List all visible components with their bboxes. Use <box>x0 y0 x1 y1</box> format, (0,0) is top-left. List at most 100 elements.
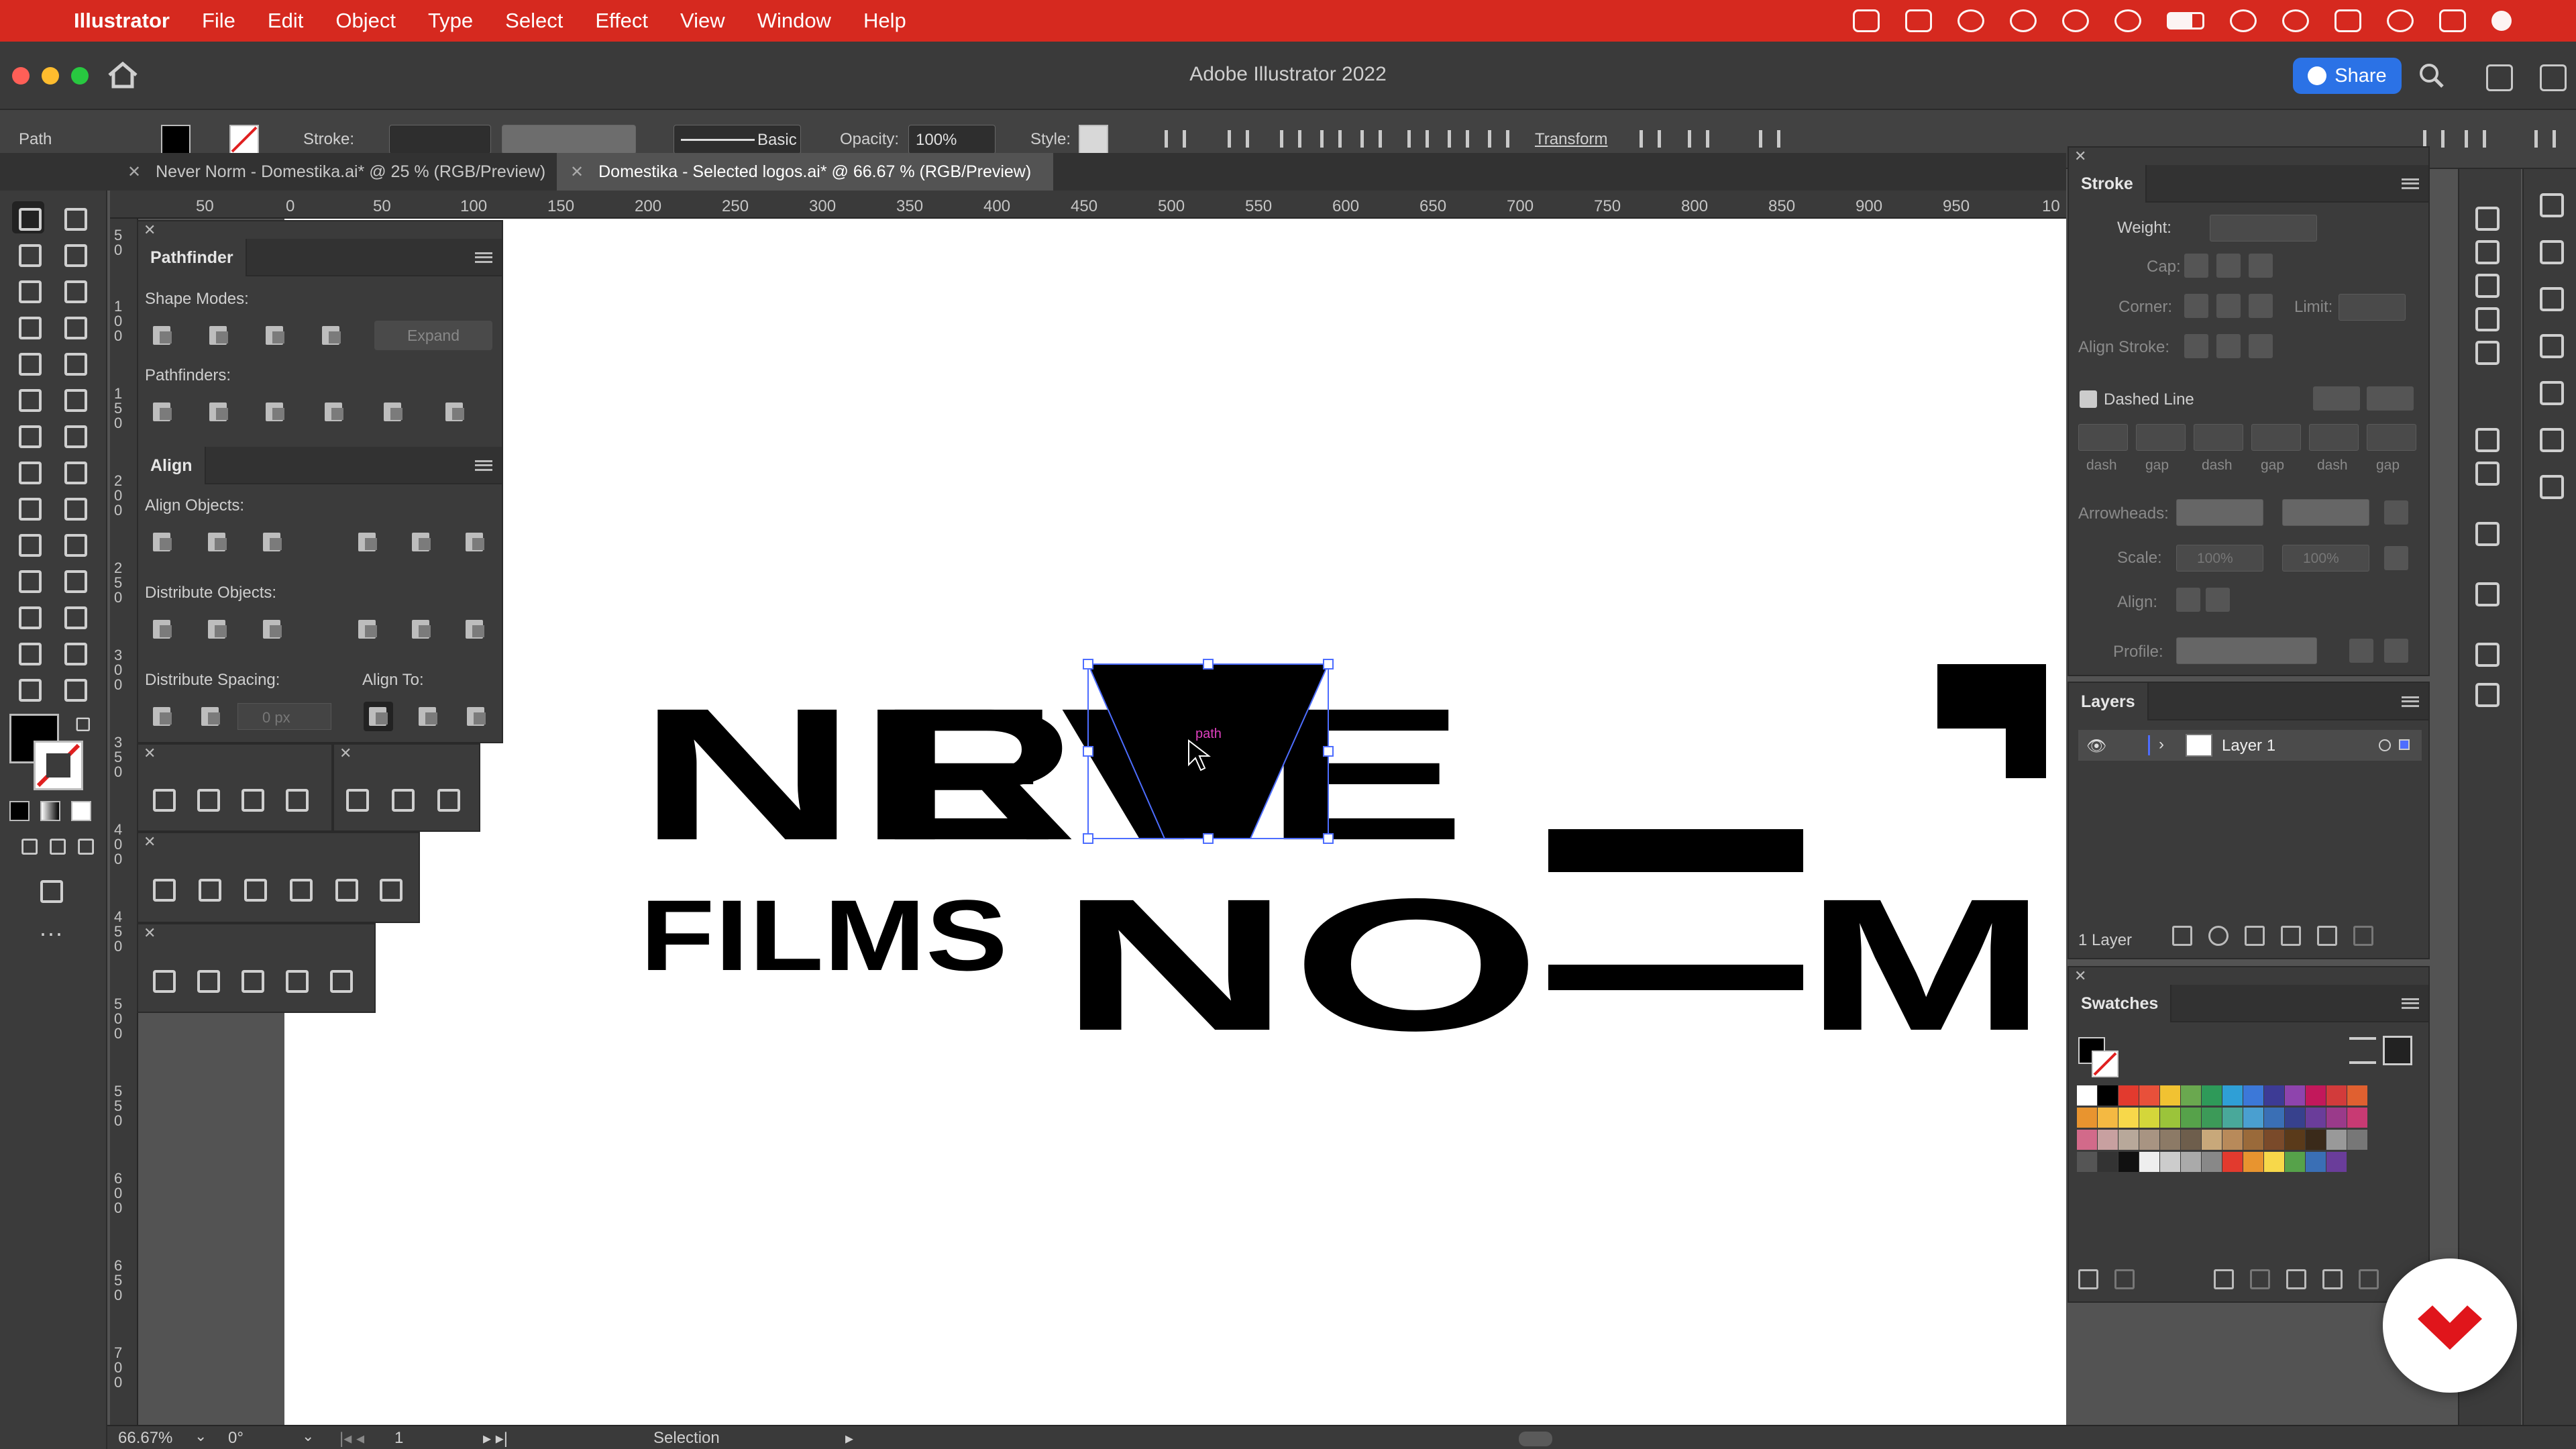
handle-top-right[interactable] <box>1323 659 1334 669</box>
minus-back-button[interactable] <box>440 397 470 427</box>
panel-menu-icon[interactable] <box>2402 178 2419 189</box>
color-swatch[interactable] <box>2160 1152 2180 1172</box>
tab-never-norm[interactable]: ✕ Never Norm - Domestika.ai* @ 25 % (RGB… <box>114 153 557 191</box>
align-tab[interactable]: Align <box>138 447 206 484</box>
handle-middle-right[interactable] <box>1323 746 1334 757</box>
new-layer-icon[interactable] <box>2317 926 2337 946</box>
menu-edit[interactable]: Edit <box>268 9 303 33</box>
arrow-tip-beyond-button[interactable] <box>2176 588 2200 612</box>
text-r[interactable]: R <box>876 669 1077 879</box>
end-arrowhead-select[interactable] <box>2282 499 2369 526</box>
color-swatch[interactable] <box>2222 1130 2243 1150</box>
menu-help[interactable]: Help <box>863 9 906 33</box>
transform-panel-icon[interactable] <box>2536 283 2565 313</box>
text-films[interactable]: FILMS <box>640 879 1008 991</box>
comments-icon[interactable] <box>2471 578 2501 608</box>
color-swatch[interactable] <box>2264 1085 2284 1106</box>
first-artboard-icon[interactable]: |◂ ◂ <box>339 1429 364 1448</box>
menu-file[interactable]: File <box>202 9 235 33</box>
gap-field-2[interactable] <box>2251 424 2301 451</box>
draw-behind-icon[interactable] <box>45 834 68 857</box>
arrow-tip-at-end-button[interactable] <box>2206 588 2230 612</box>
export-icon[interactable] <box>2172 926 2192 946</box>
appearance-icon[interactable] <box>2471 639 2501 668</box>
color-swatch[interactable] <box>2118 1152 2139 1172</box>
color-swatch[interactable] <box>2160 1130 2180 1150</box>
recolor-artwork-icon[interactable] <box>1159 126 1186 153</box>
distribute-vcenter-button[interactable] <box>203 614 232 644</box>
list-view-icon[interactable] <box>2349 1037 2376 1064</box>
arrange-documents-icon[interactable] <box>2486 64 2513 91</box>
free-transform-tool-icon[interactable] <box>58 455 90 487</box>
color-swatch[interactable] <box>2285 1108 2305 1128</box>
color-swatch[interactable] <box>2181 1085 2201 1106</box>
vertical-align-top-button[interactable] <box>353 527 382 557</box>
shape-r-foot[interactable] <box>1548 965 1803 990</box>
layer-name[interactable]: Layer 1 <box>2222 737 2275 755</box>
color-swatch[interactable] <box>2264 1152 2284 1172</box>
color-swatch[interactable] <box>2326 1130 2347 1150</box>
graphic-style-swatch[interactable] <box>1079 125 1108 154</box>
color-swatch[interactable] <box>2202 1152 2222 1172</box>
line-tool-icon[interactable] <box>58 310 90 342</box>
workspace-switcher-icon[interactable] <box>2540 64 2567 91</box>
flip-along-icon[interactable] <box>2349 639 2373 663</box>
clipping-mask-icon[interactable] <box>2245 926 2265 946</box>
stroke-color-swatch[interactable] <box>34 741 83 790</box>
swap-arrowheads-icon[interactable] <box>2384 500 2408 525</box>
unite-button[interactable] <box>148 321 177 350</box>
scale-tool-icon[interactable] <box>58 419 90 451</box>
butt-cap-button[interactable] <box>2184 254 2208 278</box>
spacing-value-field[interactable]: 0 px <box>237 703 331 730</box>
creative-cloud-icon[interactable] <box>1957 9 1984 32</box>
next-artboard-icon[interactable]: ▸ ▸| <box>483 1429 508 1448</box>
record-icon[interactable] <box>2010 9 2037 32</box>
ellipse-tool-icon[interactable] <box>237 872 270 904</box>
swatch-libraries-icon[interactable] <box>2078 1269 2098 1289</box>
color-swatch[interactable] <box>2326 1152 2347 1172</box>
live-paint-selection-icon[interactable] <box>431 782 463 814</box>
color-swatch[interactable] <box>2139 1130 2159 1150</box>
shaper-tool-icon[interactable] <box>12 382 44 415</box>
fill-swatch[interactable] <box>161 125 191 154</box>
swatch-options-icon[interactable] <box>2250 1269 2270 1289</box>
close-panel-icon[interactable]: ✕ <box>2074 967 2086 985</box>
align-stroke-inside-button[interactable] <box>2216 334 2241 358</box>
artboards-icon[interactable] <box>2471 236 2501 266</box>
menu-effect[interactable]: Effect <box>595 9 648 33</box>
swap-fill-stroke-icon[interactable] <box>72 714 92 733</box>
color-swatch[interactable] <box>2098 1085 2118 1106</box>
distribute-top-button[interactable] <box>148 614 177 644</box>
panel-menu-icon[interactable] <box>2402 998 2419 1009</box>
intersect-button[interactable] <box>260 321 290 350</box>
menu-select[interactable]: Select <box>505 9 563 33</box>
variable-width-profile[interactable] <box>502 125 636 154</box>
align-to-selection-icon[interactable] <box>1222 126 1249 153</box>
screen-mode-icon[interactable] <box>34 873 66 906</box>
gap-field-1[interactable] <box>2136 424 2186 451</box>
menu-type[interactable]: Type <box>428 9 473 33</box>
libraries-icon[interactable] <box>2536 236 2565 266</box>
close-panel-icon[interactable]: ✕ <box>2074 148 2086 165</box>
horizontal-align-center-button[interactable] <box>203 527 232 557</box>
new-folder-icon[interactable] <box>2286 1269 2306 1289</box>
opacity-field[interactable]: 100% <box>908 125 996 154</box>
outline-button[interactable] <box>378 397 408 427</box>
layers-tab[interactable]: Layers <box>2069 683 2149 720</box>
hand-tool-icon[interactable] <box>12 672 44 704</box>
gradient-tool-icon[interactable] <box>58 527 90 559</box>
color-swatch[interactable] <box>2181 1108 2201 1128</box>
shape-corner-tab[interactable] <box>1937 664 2046 778</box>
pen-tool-icon[interactable] <box>12 274 44 306</box>
wifi-icon[interactable] <box>2282 9 2309 32</box>
color-swatch[interactable] <box>2285 1152 2305 1172</box>
paragraph-icon[interactable] <box>2471 203 2501 232</box>
align-hcenter-icon[interactable] <box>1315 126 1342 153</box>
flip-across-icon[interactable] <box>2384 639 2408 663</box>
color-swatch[interactable] <box>2264 1130 2284 1150</box>
crop-button[interactable] <box>319 397 349 427</box>
pen-tool-icon[interactable] <box>146 782 178 814</box>
siri-icon[interactable] <box>2491 11 2512 31</box>
shape-builder-tool-icon[interactable] <box>12 491 44 523</box>
column-graph-tool-icon[interactable] <box>58 600 90 632</box>
